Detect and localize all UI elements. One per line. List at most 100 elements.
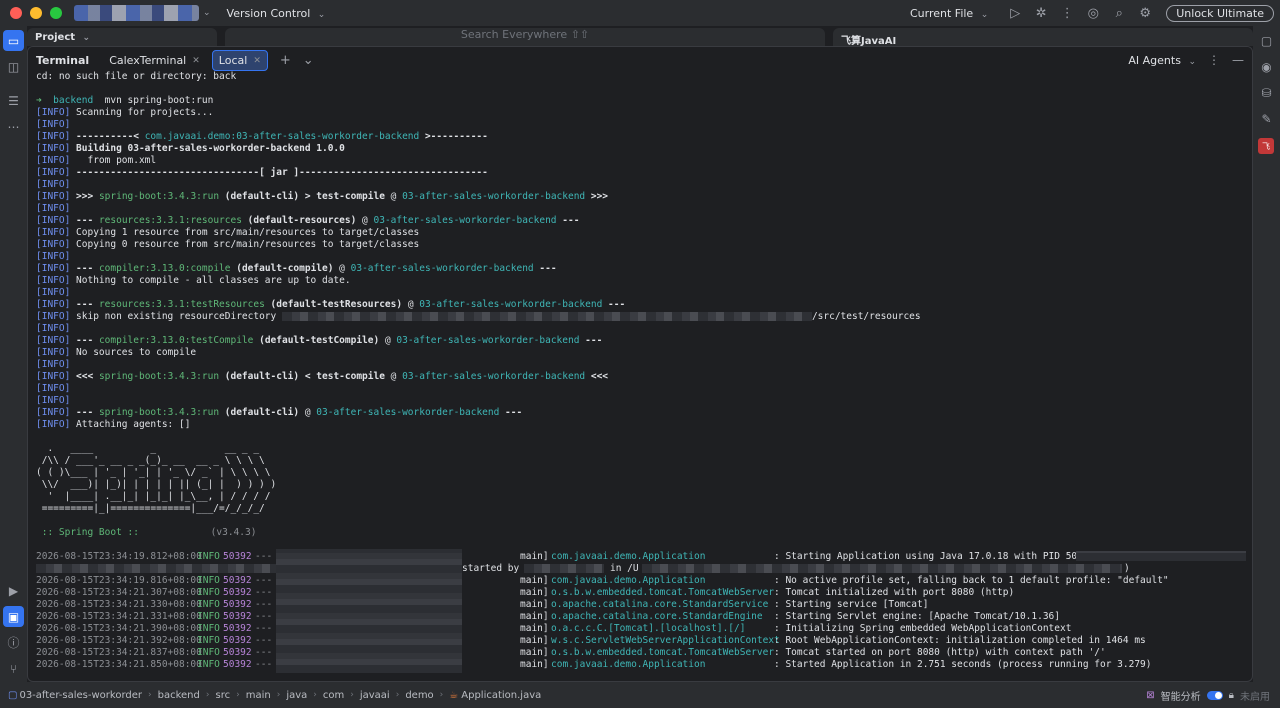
breadcrumb-item[interactable]: javaai: [360, 690, 390, 701]
log-time: 2026-08-15T23:34:21.331+08:00: [36, 611, 202, 622]
log-row: 2026-08-15T23:34:19.812+08:00 INFO 50392 ma…: [36, 551, 1246, 563]
minimize-icon[interactable]: —: [1232, 53, 1244, 67]
terminal-panel: Terminal CalexTerminal ✕ Local ✕ + ⌄ AI Ag…: [27, 46, 1253, 682]
redacted-text: [642, 564, 1122, 573]
breadcrumb-item[interactable]: demo: [405, 690, 433, 701]
project-folder-icon[interactable]: ▭: [3, 30, 24, 51]
left-tool-stripe: ▭ ◫ ☰ ⋯ ▶ ▣ ⓘ ⑂: [0, 26, 27, 682]
ai-panel-header[interactable]: 飞算JavaAI: [833, 28, 1253, 47]
new-tab-icon[interactable]: +: [280, 53, 291, 68]
log-separator: ---: [255, 599, 273, 610]
database-icon[interactable]: ⛁: [1256, 82, 1277, 103]
terminal-text: test-compile: [316, 371, 385, 382]
breadcrumb-item[interactable]: backend: [158, 690, 200, 701]
terminal-line: [INFO] from pom.xml: [36, 155, 156, 167]
git-branch-icon[interactable]: ⑂: [3, 658, 24, 679]
run-config-selector[interactable]: Current File ⌄: [910, 7, 988, 20]
log-pid: 50392: [223, 659, 252, 670]
terminal-text: (default-compile): [230, 263, 334, 274]
log-thread: main]: [520, 635, 549, 646]
terminal-text: @: [333, 263, 351, 274]
log-msg: : Starting Application using Java 17.0.1…: [774, 551, 1106, 562]
log-time: 2026-08-15T23:34:21.330+08:00: [36, 599, 202, 610]
log-pid: 50392: [223, 599, 252, 610]
breadcrumb-item[interactable]: main: [246, 690, 271, 701]
more-actions-icon[interactable]: ⋮: [1054, 6, 1080, 21]
ai-agents-menu[interactable]: AI Agents ⌄: [1128, 54, 1196, 67]
terminal-text: [INFO]: [36, 395, 77, 406]
feisuan-plugin-icon[interactable]: 飞: [1258, 138, 1274, 154]
smart-analysis-toggle[interactable]: [1206, 690, 1223, 700]
breadcrumb-item[interactable]: com: [323, 690, 344, 701]
chevron-right-icon: ›: [276, 690, 281, 700]
structure-icon[interactable]: ☰: [3, 90, 24, 111]
chevron-down-icon[interactable]: ⌄: [303, 53, 314, 68]
spring-banner-line: . ____ _ __ _ _: [36, 443, 260, 454]
breadcrumb-item[interactable]: Application.java: [461, 690, 541, 701]
breadcrumb-item[interactable]: java: [286, 690, 307, 701]
project-selector[interactable]: [74, 5, 199, 21]
terminal-line: [INFO] --- resources:3.3.1:testResources…: [36, 299, 625, 311]
terminal-text: [INFO]: [36, 323, 77, 334]
breadcrumb-item[interactable]: 03-after-sales-workorder: [19, 690, 142, 701]
log-logger: com.javaai.demo.Application: [551, 659, 706, 670]
terminal-line: [INFO] ----------< com.javaai.demo:03-af…: [36, 131, 488, 143]
search-icon[interactable]: ⌕: [1106, 6, 1132, 21]
log-pid: 50392: [223, 623, 252, 634]
terminal-output[interactable]: cd: no such file or directory: back ➜ bac…: [36, 71, 1246, 679]
gear-icon[interactable]: ⚙: [1132, 6, 1158, 21]
tab-calexterminal[interactable]: CalexTerminal ✕: [103, 51, 206, 70]
terminal-text: Copying 1 resource from src/main/resourc…: [76, 227, 420, 238]
log-separator: ---: [255, 575, 273, 586]
services-icon[interactable]: ▶: [3, 580, 24, 601]
terminal-line: [INFO]: [36, 323, 76, 335]
log-separator: ---: [255, 635, 273, 646]
notifications-icon[interactable]: ▢: [1256, 30, 1277, 51]
log-level: INFO: [197, 623, 220, 634]
edit-icon[interactable]: ✎: [1256, 108, 1277, 129]
terminal-text: [INFO]: [36, 407, 77, 418]
terminal-text: [INFO]: [36, 359, 77, 370]
terminal-text: No sources to compile: [76, 347, 197, 358]
log-thread: main]: [520, 659, 549, 670]
search-everywhere-bar[interactable]: Search Everywhere ⇧⇧: [225, 28, 825, 46]
close-icon[interactable]: ✕: [192, 56, 200, 66]
tab-label: Local: [218, 54, 248, 67]
log-logger: o.apache.catalina.core.StandardEngine: [551, 611, 763, 622]
project-panel-header[interactable]: Project ⌄: [27, 28, 217, 46]
breadcrumb-item[interactable]: src: [215, 690, 230, 701]
commit-icon[interactable]: ◫: [3, 56, 24, 77]
log-level: INFO: [197, 659, 220, 670]
chevron-right-icon: ›: [395, 690, 400, 700]
run-icon[interactable]: ▷: [1002, 6, 1028, 21]
more-tools-icon[interactable]: ⋯: [3, 116, 24, 137]
version-control-menu[interactable]: Version Control ⌄: [227, 7, 326, 20]
log-time: 2026-08-15T23:34:21.837+08:00: [36, 647, 202, 658]
debug-icon[interactable]: ✲: [1028, 6, 1054, 21]
ai-assistant-icon[interactable]: ◎: [1080, 6, 1106, 21]
ai-chat-icon[interactable]: ◉: [1256, 56, 1277, 77]
terminal-text: (default-cli): [219, 191, 300, 202]
terminal-text: ---: [76, 215, 99, 226]
log-separator: ---: [255, 551, 273, 562]
breadcrumb: ▢ 03-after-sales-workorder › backend › src › ma…: [8, 690, 545, 701]
unlock-ultimate-button[interactable]: Unlock Ultimate: [1166, 4, 1274, 22]
terminal-text: compiler:3.13.0:testCompile: [98, 335, 254, 346]
close-icon[interactable]: ✕: [253, 56, 261, 66]
terminal-text: [INFO]: [36, 131, 77, 142]
close-window-button[interactable]: [10, 7, 22, 19]
lock-icon[interactable]: 🔒︎: [1229, 690, 1234, 701]
log-time: 2026-08-15T23:34:21.307+08:00: [36, 587, 202, 598]
minimize-window-button[interactable]: [30, 7, 42, 19]
terminal-text: cd: no such file or directory: back: [36, 71, 237, 82]
spring-boot-version: (v3.4.3): [210, 527, 257, 538]
terminal-text: 03-after-sales-workorder-backend: [350, 263, 534, 274]
problems-icon[interactable]: ⓘ: [3, 632, 24, 653]
zoom-window-button[interactable]: [50, 7, 62, 19]
more-options-icon[interactable]: ⋮: [1208, 53, 1220, 67]
spring-banner-line: /\\ / ___'_ __ _ _(_)_ __ __ _ \ \ \ \: [36, 455, 265, 466]
terminal-text: Copying 0 resource from src/main/resourc…: [76, 239, 420, 250]
terminal-icon[interactable]: ▣: [3, 606, 24, 627]
tab-local[interactable]: Local ✕: [211, 50, 268, 71]
terminal-text: (default-testResources): [264, 299, 403, 310]
